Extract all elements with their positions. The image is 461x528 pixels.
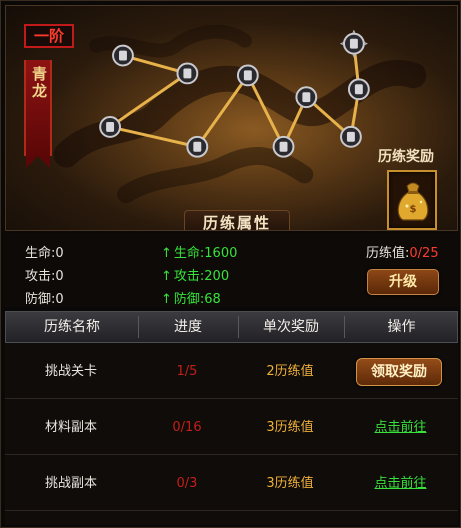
constellation-panel: 一阶 青龙 历练奖励 $ 历练属性 bbox=[5, 5, 458, 231]
training-panel: 一阶 青龙 历练奖励 $ 历练属性 生命:0 攻击:0 防御:0 ↑ 生命:160… bbox=[0, 0, 461, 528]
constellation-node[interactable] bbox=[295, 86, 318, 109]
task-name: 挑战关卡 bbox=[44, 364, 97, 379]
base-attack: 攻击:0 bbox=[25, 269, 64, 284]
task-reward: 3历练值 bbox=[266, 476, 314, 491]
constellation-node[interactable] bbox=[272, 135, 295, 158]
header-progress: 进度 bbox=[174, 319, 202, 335]
training-task-table: 历练名称 进度 单次奖励 操作 挑战关卡 1/5 2历练值 领取奖励 材料副本 … bbox=[5, 311, 458, 525]
bonus-hp: ↑ 生命:1600 bbox=[161, 242, 237, 261]
table-row: 挑战副本 0/3 3历练值 点击前往 bbox=[5, 456, 458, 511]
bonus-defense: ↑ 防御:68 bbox=[161, 288, 221, 307]
up-arrow-icon: ↑ bbox=[161, 246, 172, 261]
constellation-banner: 青龙 bbox=[24, 60, 52, 168]
attributes-title: 历练属性 bbox=[184, 210, 290, 230]
rank-badge: 一阶 bbox=[24, 24, 74, 48]
bonus-hp-label: 生命:1600 bbox=[173, 246, 238, 261]
bonus-defense-label: 防御:68 bbox=[173, 292, 221, 307]
constellation-node[interactable] bbox=[340, 125, 362, 148]
header-reward: 单次奖励 bbox=[263, 319, 319, 335]
table-row: 材料副本 0/16 3历练值 点击前往 bbox=[5, 400, 458, 455]
constellation-node[interactable] bbox=[112, 44, 134, 67]
money-bag-icon: $ bbox=[397, 182, 429, 221]
table-header: 历练名称 进度 单次奖励 操作 bbox=[5, 311, 458, 343]
task-name: 挑战副本 bbox=[44, 476, 97, 491]
go-to-link[interactable]: 点击前往 bbox=[343, 456, 458, 511]
up-arrow-icon: ↑ bbox=[161, 269, 172, 284]
upgrade-button[interactable]: 升级 bbox=[367, 269, 439, 295]
task-progress: 0/3 bbox=[176, 476, 198, 491]
reward-item-slot[interactable]: $ bbox=[387, 170, 437, 230]
table-row: 挑战关卡 1/5 2历练值 领取奖励 bbox=[5, 344, 458, 399]
header-action: 操作 bbox=[387, 319, 416, 335]
reward-title: 历练奖励 bbox=[378, 149, 434, 165]
constellation-node[interactable] bbox=[236, 64, 259, 87]
task-reward: 3历练值 bbox=[266, 420, 314, 435]
svg-text:$: $ bbox=[410, 204, 417, 215]
claim-reward-button[interactable]: 领取奖励 bbox=[356, 358, 442, 386]
up-arrow-icon: ↑ bbox=[161, 292, 172, 307]
task-name: 材料副本 bbox=[44, 420, 97, 435]
experience-label: 历练值: bbox=[366, 246, 410, 261]
base-defense: 防御:0 bbox=[25, 292, 64, 307]
constellation-node[interactable] bbox=[176, 62, 199, 85]
base-hp: 生命:0 bbox=[25, 246, 64, 261]
constellation-name: 青龙 bbox=[30, 66, 48, 100]
bonus-attack: ↑ 攻击:200 bbox=[161, 265, 229, 284]
experience-value: 0/25 bbox=[409, 246, 439, 261]
task-reward: 2历练值 bbox=[266, 364, 314, 379]
attributes-section: 生命:0 攻击:0 防御:0 ↑ 生命:1600 ↑ 攻击:200 ↑ 防御:68 历… bbox=[5, 233, 458, 307]
go-to-link[interactable]: 点击前往 bbox=[343, 400, 458, 455]
task-progress: 0/16 bbox=[172, 420, 202, 435]
bonus-attack-label: 攻击:200 bbox=[173, 269, 230, 284]
experience-readout: 历练值:0/25 bbox=[366, 242, 439, 261]
header-task-name: 历练名称 bbox=[44, 319, 100, 335]
constellation-star-node[interactable] bbox=[339, 29, 368, 58]
task-progress: 1/5 bbox=[176, 364, 198, 379]
constellation-node[interactable] bbox=[186, 135, 209, 158]
constellation-node[interactable] bbox=[347, 78, 370, 101]
constellation-node[interactable] bbox=[99, 116, 121, 138]
